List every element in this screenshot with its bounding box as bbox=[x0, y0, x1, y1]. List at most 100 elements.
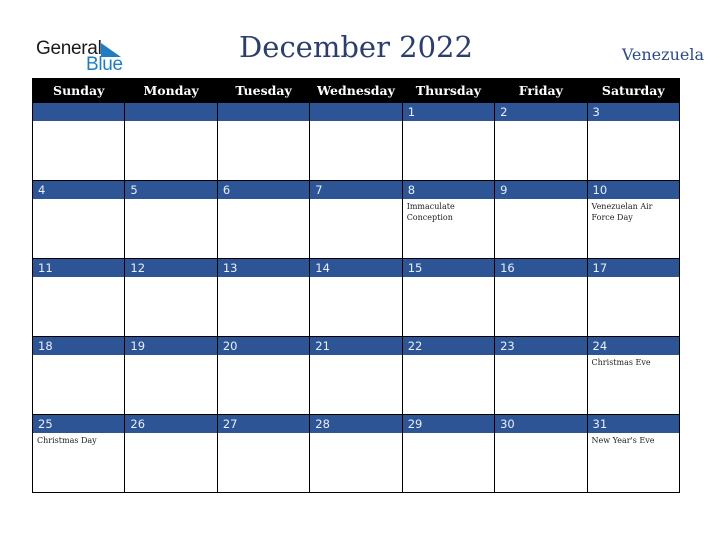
holiday-label: Venezuelan Air Force Day bbox=[591, 202, 653, 222]
day-number: 24 bbox=[587, 337, 679, 355]
day-cell[interactable]: 2 bbox=[494, 102, 588, 181]
day-number: 16 bbox=[495, 259, 587, 277]
day-cell[interactable]: 18 bbox=[31, 336, 126, 415]
day-number: 30 bbox=[495, 415, 587, 433]
day-number: 7 bbox=[310, 181, 402, 199]
day-cell[interactable]: 9 bbox=[494, 180, 588, 259]
holiday-label bbox=[495, 355, 586, 357]
day-cell[interactable]: 29 bbox=[401, 414, 496, 493]
day-cell[interactable]: 31 New Year's Eve bbox=[586, 414, 681, 493]
day-cell[interactable]: 21 bbox=[309, 336, 403, 415]
day-number: 20 bbox=[217, 337, 310, 355]
calendar-grid: Sunday Monday Tuesday Wednesday Thursday… bbox=[31, 78, 681, 493]
holiday-label bbox=[125, 433, 216, 435]
day-number: 14 bbox=[310, 259, 402, 277]
day-number: 25 bbox=[33, 415, 125, 433]
day-number: 18 bbox=[33, 337, 125, 355]
day-number: 8 bbox=[402, 181, 495, 199]
day-cell[interactable]: 8 Immaculate Conception bbox=[401, 180, 496, 259]
day-cell[interactable]: 6 bbox=[216, 180, 311, 259]
day-cell[interactable]: 15 bbox=[401, 258, 496, 337]
week-row: 25 Christmas Day 26 27 28 29 30 31 New Year's Ev… bbox=[31, 414, 681, 493]
day-number: 12 bbox=[125, 259, 217, 277]
day-number: 5 bbox=[125, 181, 217, 199]
day-number: 17 bbox=[587, 259, 679, 277]
day-number: 1 bbox=[402, 103, 495, 121]
holiday-label bbox=[310, 277, 401, 279]
holiday-label bbox=[310, 199, 401, 201]
holiday-label bbox=[310, 355, 401, 357]
holiday-label bbox=[588, 277, 679, 279]
day-cell[interactable]: 3 bbox=[586, 102, 681, 181]
day-cell[interactable] bbox=[124, 102, 218, 181]
holiday-label bbox=[403, 121, 494, 123]
day-cell[interactable]: 14 bbox=[309, 258, 403, 337]
day-number: 21 bbox=[310, 337, 402, 355]
day-cell[interactable]: 24 Christmas Eve bbox=[586, 336, 681, 415]
weekday-header: Tuesday bbox=[216, 78, 311, 103]
holiday-label bbox=[125, 121, 216, 123]
holiday-label bbox=[33, 199, 124, 201]
holiday-label bbox=[33, 121, 124, 123]
holiday-label bbox=[125, 277, 216, 279]
day-number: 9 bbox=[495, 181, 587, 199]
day-cell[interactable]: 26 bbox=[124, 414, 218, 493]
day-cell[interactable] bbox=[309, 102, 403, 181]
day-cell[interactable]: 7 bbox=[309, 180, 403, 259]
day-number: 29 bbox=[402, 415, 495, 433]
holiday-label: New Year's Eve bbox=[591, 436, 655, 445]
day-cell[interactable]: 30 bbox=[494, 414, 588, 493]
holiday-label bbox=[218, 433, 309, 435]
day-number: 22 bbox=[402, 337, 495, 355]
day-cell[interactable]: 4 bbox=[31, 180, 126, 259]
day-number bbox=[125, 103, 217, 121]
day-number: 6 bbox=[217, 181, 310, 199]
day-cell[interactable]: 19 bbox=[124, 336, 218, 415]
day-number: 4 bbox=[33, 181, 125, 199]
day-number: 19 bbox=[125, 337, 217, 355]
day-cell[interactable]: 5 bbox=[124, 180, 218, 259]
holiday-label bbox=[403, 277, 494, 279]
day-cell[interactable]: 27 bbox=[216, 414, 311, 493]
holiday-label bbox=[495, 199, 586, 201]
day-number: 23 bbox=[495, 337, 587, 355]
day-cell[interactable]: 16 bbox=[494, 258, 588, 337]
holiday-label bbox=[33, 355, 124, 357]
holiday-label bbox=[125, 199, 216, 201]
holiday-label bbox=[403, 355, 494, 357]
day-cell[interactable]: 20 bbox=[216, 336, 311, 415]
day-number: 26 bbox=[125, 415, 217, 433]
day-number: 2 bbox=[495, 103, 587, 121]
day-number: 31 bbox=[587, 415, 679, 433]
holiday-label bbox=[403, 433, 494, 435]
day-number: 10 bbox=[587, 181, 679, 199]
day-cell[interactable] bbox=[31, 102, 126, 181]
day-cell[interactable]: 10 Venezuelan Air Force Day bbox=[586, 180, 681, 259]
day-cell[interactable]: 28 bbox=[309, 414, 403, 493]
day-cell[interactable]: 13 bbox=[216, 258, 311, 337]
day-cell[interactable]: 23 bbox=[494, 336, 588, 415]
holiday-label bbox=[310, 121, 401, 123]
day-number bbox=[217, 103, 310, 121]
day-cell[interactable]: 11 bbox=[31, 258, 126, 337]
day-cell[interactable]: 25 Christmas Day bbox=[31, 414, 126, 493]
holiday-label bbox=[588, 121, 679, 123]
day-cell[interactable]: 1 bbox=[401, 102, 496, 181]
holiday-label bbox=[218, 277, 309, 279]
holiday-label: Christmas Day bbox=[37, 436, 97, 445]
weekday-header: Thursday bbox=[401, 78, 496, 103]
day-number: 28 bbox=[310, 415, 402, 433]
day-number: 3 bbox=[587, 103, 679, 121]
holiday-label bbox=[125, 355, 216, 357]
week-row: 4 5 6 7 8 Immaculate Conception 9 10 Venezuelan … bbox=[31, 180, 681, 259]
day-cell[interactable] bbox=[216, 102, 311, 181]
weekday-header: Monday bbox=[124, 78, 218, 103]
weekday-header: Saturday bbox=[586, 78, 681, 103]
day-cell[interactable]: 17 bbox=[586, 258, 681, 337]
day-cell[interactable]: 12 bbox=[124, 258, 218, 337]
weekday-header-row: Sunday Monday Tuesday Wednesday Thursday… bbox=[31, 78, 681, 103]
day-cell[interactable]: 22 bbox=[401, 336, 496, 415]
weekday-header: Sunday bbox=[31, 78, 126, 103]
holiday-label bbox=[495, 433, 586, 435]
holiday-label bbox=[33, 277, 124, 279]
